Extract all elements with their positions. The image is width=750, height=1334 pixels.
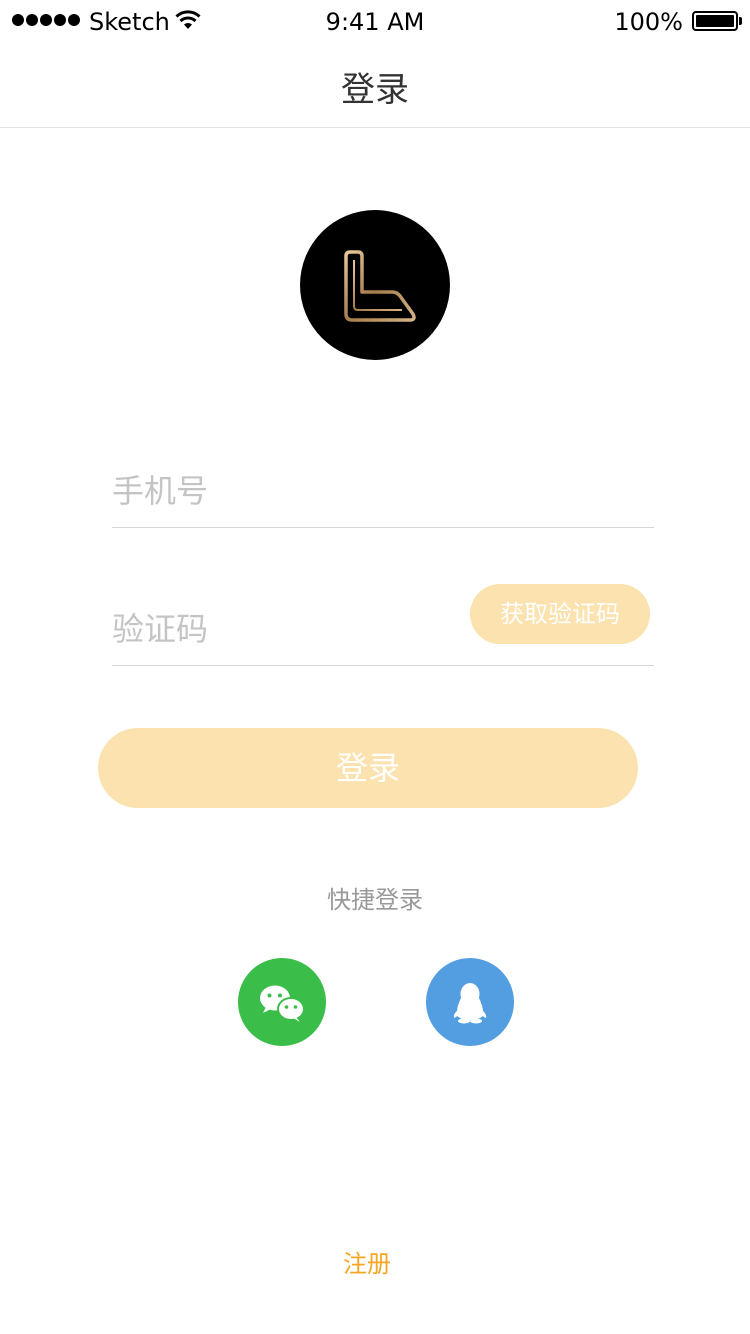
navigation-bar: 登录	[0, 44, 750, 128]
login-button[interactable]: 登录	[98, 728, 638, 808]
battery-icon	[692, 11, 738, 31]
wechat-icon	[260, 985, 305, 1022]
logo-mark-icon	[344, 250, 416, 322]
quick-login-label: 快捷登录	[327, 886, 423, 914]
qq-icon	[453, 983, 487, 1024]
phone-input[interactable]	[112, 469, 452, 513]
wechat-login-button[interactable]	[238, 958, 326, 1046]
status-bar: Sketch 9:41 AM 100%	[0, 0, 750, 44]
login-screen: Sketch 9:41 AM 100% 登录 手机号 验证码 获取验证码 登录 …	[0, 0, 750, 1334]
verification-code-input[interactable]	[112, 607, 452, 651]
app-logo	[300, 210, 450, 360]
page-title: 登录	[341, 70, 409, 110]
qq-login-button[interactable]	[426, 958, 514, 1046]
phone-field-wrapper	[112, 456, 654, 528]
battery-percentage: 100%	[614, 8, 683, 36]
get-code-button[interactable]: 获取验证码	[470, 584, 650, 644]
register-link[interactable]: 注册	[0, 1244, 734, 1279]
battery-cap	[739, 17, 742, 25]
